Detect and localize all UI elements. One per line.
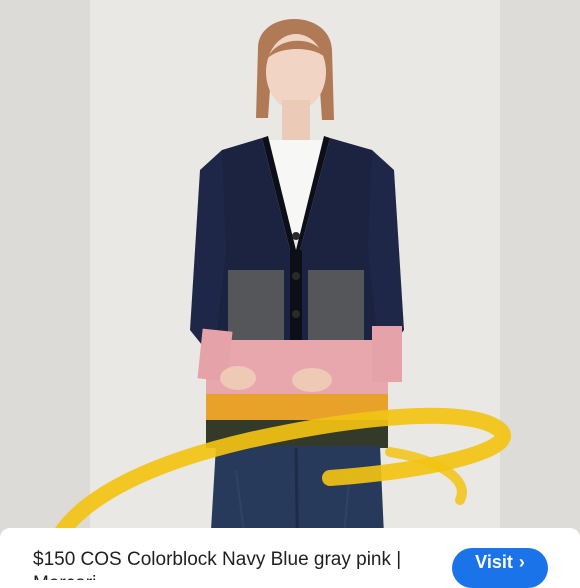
listing-caption[interactable]: $150 COS Colorblock Navy Blue gray pink … [33, 548, 433, 580]
visit-button-label: Visit [475, 551, 513, 572]
product-photo[interactable] [0, 0, 580, 580]
product-photo-illustration [0, 0, 580, 580]
chevron-right-icon: › [518, 551, 525, 572]
visit-button[interactable]: Visit › [452, 548, 548, 588]
